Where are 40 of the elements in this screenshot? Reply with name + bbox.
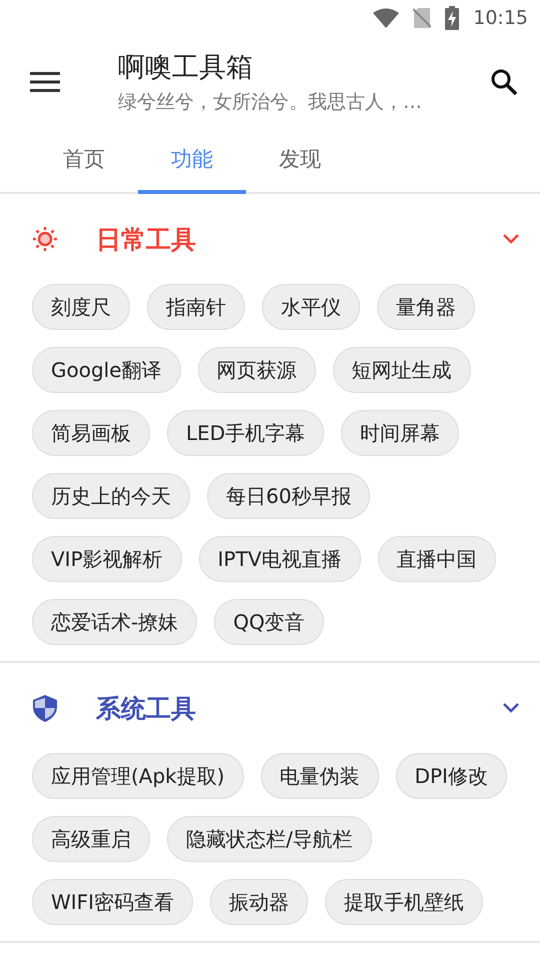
tab[interactable]: 功能	[138, 128, 246, 194]
section-title: 系统工具	[96, 692, 197, 724]
status-time: 10:15	[473, 7, 528, 29]
sun-icon	[30, 224, 60, 254]
tool-chip[interactable]: 水平仪	[262, 284, 360, 330]
no-sim-icon	[413, 7, 432, 29]
chevron-down-icon[interactable]	[502, 702, 520, 714]
tool-chip[interactable]: IPTV电视直播	[198, 536, 360, 582]
wifi-icon	[373, 8, 400, 28]
tool-chip[interactable]: 时间屏幕	[341, 410, 460, 456]
tool-chip[interactable]: 隐藏状态栏/导航栏	[167, 816, 372, 862]
tool-chip[interactable]: 简易画板	[32, 410, 150, 456]
tool-chip[interactable]: 网页获源	[198, 347, 316, 393]
tool-chip[interactable]: 历史上的今天	[32, 473, 190, 519]
shield-icon	[30, 693, 60, 723]
tool-chip[interactable]: 刻度尺	[32, 284, 130, 330]
tab[interactable]: 首页	[30, 128, 138, 194]
app-subtitle: 绿兮丝兮，女所治兮。我思古人，…	[118, 90, 423, 115]
chevron-down-icon[interactable]	[502, 233, 520, 245]
tool-chip[interactable]: VIP影视解析	[32, 536, 182, 582]
app-title: 啊噢工具箱	[118, 51, 254, 85]
tool-chip[interactable]: LED手机字幕	[167, 410, 324, 456]
tool-chip[interactable]: 量角器	[377, 284, 475, 330]
tool-chip[interactable]: WIFI密码查看	[32, 879, 194, 925]
battery-charging-icon	[445, 6, 460, 30]
tab[interactable]: 发现	[246, 128, 354, 194]
tool-chip[interactable]: 短网址生成	[332, 347, 471, 393]
tool-chip[interactable]: 每日60秒早报	[207, 473, 370, 519]
tool-chip[interactable]: 直播中国	[378, 536, 496, 582]
tool-chip[interactable]: 恋爱话术-撩妹	[32, 599, 198, 645]
tool-chip[interactable]: QQ变音	[214, 599, 324, 645]
tool-chip[interactable]: 高级重启	[32, 816, 150, 862]
tool-chip[interactable]: 指南针	[147, 284, 245, 330]
tool-chip[interactable]: 提取手机壁纸	[325, 879, 484, 925]
tool-chip[interactable]: 应用管理(Apk提取)	[32, 753, 244, 799]
tool-chip[interactable]: 电量伪装	[260, 753, 379, 799]
tool-chip[interactable]: DPI修改	[396, 753, 507, 799]
tool-chip[interactable]: 振动器	[210, 879, 308, 925]
section-title: 日常工具	[96, 224, 197, 256]
tool-chip[interactable]: Google翻译	[32, 347, 181, 393]
